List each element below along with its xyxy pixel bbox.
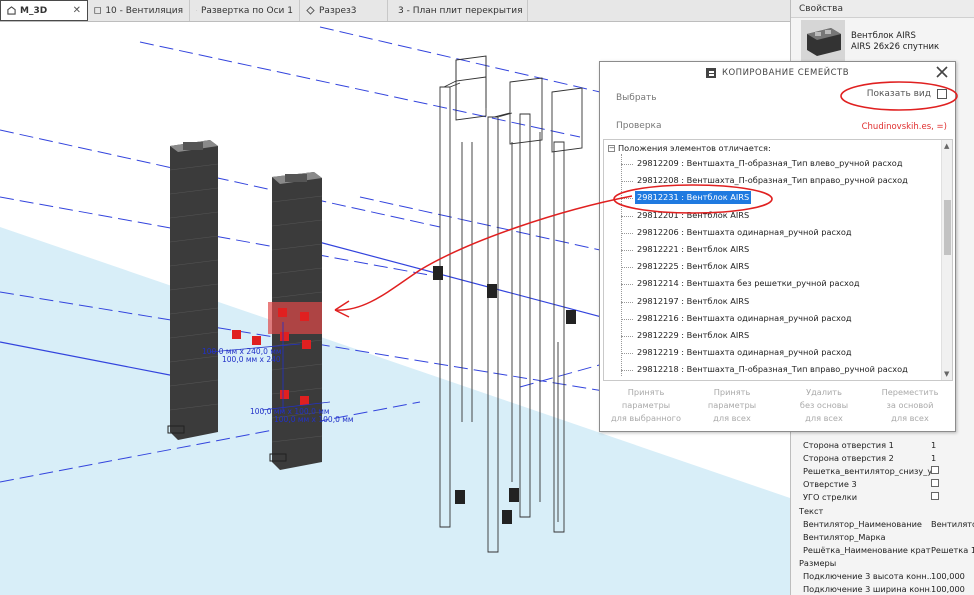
property-key: Вентилятор_Марка xyxy=(803,531,886,542)
property-row[interactable]: Решетка_вентилятор_снизу_у... xyxy=(803,464,974,477)
property-key: Решётка_Наименование крат... xyxy=(803,544,931,555)
property-row[interactable]: УГО стрелки xyxy=(803,490,974,503)
tree-item[interactable]: 29812209 : Вентшахта_П-образная_Тип влев… xyxy=(635,157,904,170)
close-icon[interactable] xyxy=(935,65,949,79)
tree-item[interactable]: 29812214 : Вентшахта без решетки_ручной … xyxy=(635,277,862,290)
property-row[interactable]: Подключение 3 высота конн... 100,000 xyxy=(803,569,974,582)
family-name: Вентблок AIRS xyxy=(851,31,916,41)
dialog-header[interactable]: КОПИРОВАНИЕ СЕМЕЙСТВ xyxy=(600,62,955,84)
property-key: Отверстие 3 xyxy=(803,478,857,489)
scroll-up-icon[interactable]: ▲ xyxy=(944,142,949,150)
tree-item[interactable]: 29812201 : Вентблок AIRS xyxy=(635,209,751,222)
scroll-down-icon[interactable]: ▼ xyxy=(944,370,949,378)
property-row[interactable]: Сторона отверстия 2 1 xyxy=(803,451,974,464)
select-button[interactable]: Выбрать xyxy=(616,93,657,103)
move-with-host-button[interactable]: Переместить за основой для всех xyxy=(870,386,950,425)
property-row[interactable]: Отверстие 3 xyxy=(803,477,974,490)
tree-item[interactable]: 29812231 : Вентблок AIRS xyxy=(635,191,752,205)
property-row[interactable]: Решётка_Наименование крат... Решетка 10 xyxy=(803,543,974,556)
property-key: Подключение 3 высота конн... xyxy=(803,570,931,581)
accept-params-all-button[interactable]: Принять параметры для всех xyxy=(692,386,772,425)
property-row[interactable]: Вентилятор_Наименование Вентилятор xyxy=(803,517,974,530)
user-name: Chudinovskih.es, =) xyxy=(861,122,947,132)
vent-block-thumbnail-icon xyxy=(807,28,841,56)
tab-section[interactable]: Разрез3 xyxy=(300,0,388,21)
tab-label: 3 - План плит перекрытия xyxy=(398,5,523,16)
property-value[interactable]: Решетка 10 xyxy=(931,545,974,555)
selected-block-highlight xyxy=(268,302,322,334)
tree-root-label: Положения элементов отличается: xyxy=(618,143,771,153)
scroll-thumb[interactable] xyxy=(944,200,951,255)
type-selector[interactable]: Вентблок AIRS AIRS 26x26 спутник xyxy=(851,31,939,53)
tree-item[interactable]: 29812208 : Вентшахта_П-образная_Тип впра… xyxy=(635,174,910,187)
accept-params-selected-button[interactable]: Принять параметры для выбранного xyxy=(606,386,686,425)
dialog-title: КОПИРОВАНИЕ СЕМЕЙСТВ xyxy=(721,68,850,78)
property-checkbox[interactable] xyxy=(931,491,939,500)
tree-item[interactable]: 29812216 : Вентшахта одинарная_ручной ра… xyxy=(635,312,854,325)
property-key: Сторона отверстия 2 xyxy=(803,452,894,463)
show-view-label: Показать вид xyxy=(866,89,931,99)
show-view-checkbox[interactable] xyxy=(937,89,947,99)
tree-item[interactable]: 29812218 : Вентшахта_П-образная_Тип впра… xyxy=(635,363,910,376)
property-row[interactable]: Сторона отверстия 1 1 xyxy=(803,438,974,451)
property-value[interactable]: 1 xyxy=(931,453,974,463)
type-name: AIRS 26x26 спутник xyxy=(851,42,940,52)
delete-without-host-button[interactable]: Удалить без основы для всех xyxy=(784,386,864,425)
property-checkbox[interactable] xyxy=(931,478,939,487)
tab-ventilation[interactable]: 10 - Вентиляция xyxy=(88,0,190,21)
plugin-logo-icon xyxy=(705,68,716,78)
property-key: Вентилятор_Наименование xyxy=(803,518,922,529)
properties-title: Свойства xyxy=(791,0,974,18)
tab-m-3d[interactable]: M_3D ✕ xyxy=(0,0,88,21)
close-icon[interactable]: ✕ xyxy=(73,5,81,16)
plan-view-icon xyxy=(94,7,101,14)
vent-block-column-left xyxy=(170,140,218,440)
property-value[interactable]: Вентилятор xyxy=(931,519,974,529)
elements-tree[interactable]: − Положения элементов отличается: 298122… xyxy=(603,139,953,381)
property-key: Сторона отверстия 1 xyxy=(803,439,894,450)
tree-item[interactable]: 29812197 : Вентблок AIRS xyxy=(635,295,751,308)
section-view-icon xyxy=(306,6,315,15)
property-key: Подключение 3 ширина конн... xyxy=(803,583,931,594)
property-group-size[interactable]: Размеры xyxy=(799,556,971,569)
tree-item[interactable]: 29812229 : Вентблок AIRS xyxy=(635,329,751,342)
tree-item[interactable]: 29812225 : Вентблок AIRS xyxy=(635,260,751,273)
tab-slab-plan[interactable]: 3 - План плит перекрытия xyxy=(388,0,528,21)
collapse-icon[interactable]: − xyxy=(608,144,615,152)
tab-label: Разрез3 xyxy=(319,5,357,16)
type-preview-image[interactable] xyxy=(801,20,845,62)
property-value[interactable]: 1 xyxy=(931,440,974,450)
property-group-text[interactable]: Текст xyxy=(799,504,971,517)
property-checkbox[interactable] xyxy=(931,465,939,474)
dimension-label: 100,0 мм x 100,0 мм xyxy=(274,415,354,424)
tree-item[interactable]: 29812206 : Вентшахта одинарная_ручной ра… xyxy=(635,226,854,239)
property-value[interactable]: 100,000 xyxy=(931,584,974,594)
show-view-toggle[interactable]: Показать вид xyxy=(867,89,947,99)
vent-block-column-right xyxy=(268,172,322,470)
dimension-label: 100,0 мм x 240 xyxy=(222,355,281,364)
view-tab-bar: M_3D ✕ 10 - Вентиляция Развертка по Оси … xyxy=(0,0,790,22)
property-value[interactable]: 100,000 xyxy=(931,571,974,581)
property-row[interactable]: Подключение 3 ширина конн... 100,000 xyxy=(803,582,974,595)
property-row[interactable]: Вентилятор_Марка xyxy=(803,530,974,543)
tree-root[interactable]: − Положения элементов отличается: xyxy=(608,143,771,153)
tab-label: M_3D xyxy=(20,5,48,16)
copy-families-dialog: КОПИРОВАНИЕ СЕМЕЙСТВ Выбрать Показать ви… xyxy=(599,61,956,432)
tab-elevation[interactable]: Развертка по Оси 1 xyxy=(190,0,300,21)
tree-item[interactable]: 29812219 : Вентшахта одинарная_ручной ра… xyxy=(635,346,854,359)
3d-view-icon xyxy=(7,6,16,15)
tab-label: 10 - Вентиляция xyxy=(105,5,183,16)
check-button[interactable]: Проверка xyxy=(616,121,662,131)
tree-item[interactable]: 29812221 : Вентблок AIRS xyxy=(635,243,751,256)
tree-scrollbar[interactable]: ▲ ▼ xyxy=(941,140,952,380)
property-key: УГО стрелки xyxy=(803,491,858,502)
elevation-view-icon xyxy=(196,10,197,11)
tab-label: Развертка по Оси 1 xyxy=(200,5,293,16)
property-key: Решетка_вентилятор_снизу_у... xyxy=(803,465,931,476)
